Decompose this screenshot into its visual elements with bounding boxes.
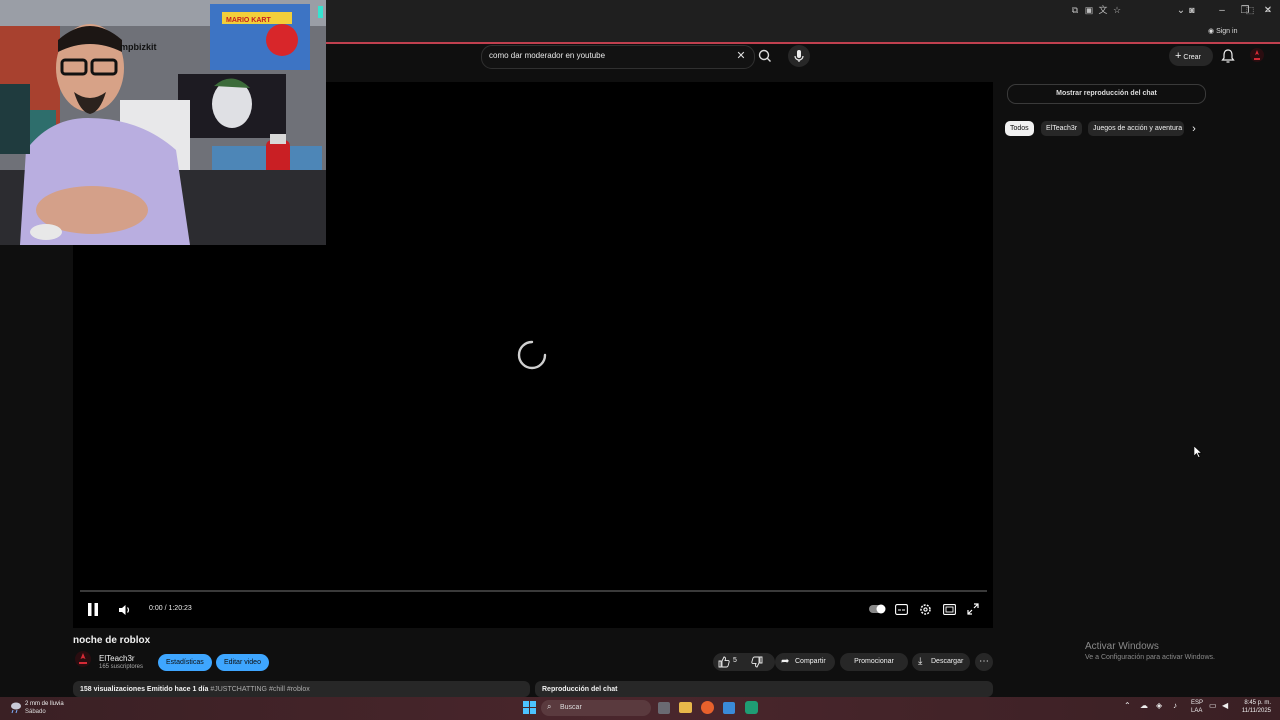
taskbar-search[interactable]: ⌕	[541, 700, 651, 716]
speaker-icon[interactable]: ◀	[1222, 701, 1228, 710]
file-explorer-icon[interactable]	[679, 702, 692, 713]
mic-tray-icon[interactable]: ♪	[1173, 701, 1177, 710]
obs-app-icon[interactable]	[745, 701, 758, 714]
activate-windows-subtitle: Ve a Configuración para activar Windows.	[1085, 654, 1215, 661]
subtitles-icon[interactable]	[895, 604, 908, 615]
description-meta: 158 visualizaciones Emitido hace 1 día #…	[80, 686, 310, 693]
taskbar-time[interactable]: 8:45 p. m.	[1239, 700, 1271, 706]
microphone-icon[interactable]	[788, 45, 810, 67]
notifications-bell-icon[interactable]	[1221, 48, 1235, 64]
weather-icon[interactable]	[9, 700, 23, 714]
video-title: noche de roblox	[73, 635, 151, 646]
windows-start-icon[interactable]	[523, 701, 536, 714]
autoplay-toggle[interactable]	[869, 604, 887, 614]
like-button[interactable]: 5	[718, 656, 752, 668]
download-icon: ⤓	[918, 656, 923, 667]
weather-text[interactable]: 2 mm de lluvia	[25, 701, 64, 707]
weather-day: Sábado	[25, 709, 46, 715]
theater-mode-icon[interactable]	[943, 604, 956, 615]
dislike-button[interactable]	[751, 656, 763, 668]
chat-replay-title: Reproducción del chat	[542, 686, 618, 693]
network-icon[interactable]: ▭	[1209, 701, 1217, 710]
extensions-icon[interactable]: ⬚	[1243, 3, 1257, 17]
time-display: 0:00 / 1:20:23	[149, 605, 192, 612]
search-icon[interactable]	[756, 48, 774, 64]
svg-text:MARIO KART: MARIO KART	[226, 17, 271, 24]
chip-channel[interactable]: ElTeach3r	[1041, 121, 1083, 136]
profile-icon: ◉	[1208, 28, 1217, 35]
sign-in-button[interactable]: ◉ Sign in	[1204, 24, 1241, 40]
chevron-right-icon[interactable]: ›	[1187, 122, 1201, 136]
taskbar-search-placeholder: Buscar	[560, 704, 582, 711]
search-query: como dar moderador en youtube	[489, 51, 606, 60]
taskbar-date: 11/11/2025	[1241, 708, 1271, 714]
loading-spinner-icon	[516, 339, 548, 371]
store-icon[interactable]	[723, 702, 735, 714]
chip-todos[interactable]: Todos	[1005, 121, 1034, 136]
webcam-overlay: mpbizkit MARIO KART	[0, 0, 326, 245]
task-view-icon[interactable]	[658, 702, 670, 714]
install-app-icon[interactable]: ⧉	[1068, 3, 1082, 17]
more-actions-icon[interactable]: ⋯	[975, 653, 993, 671]
plus-icon: +	[1175, 50, 1182, 62]
activate-windows-title: Activar Windows	[1085, 641, 1159, 652]
account-avatar[interactable]	[1250, 48, 1264, 62]
mouse-cursor-icon	[1194, 446, 1202, 458]
volume-icon[interactable]	[118, 603, 132, 617]
promote-button[interactable]: Promocionar	[840, 653, 908, 671]
like-count: 5	[733, 657, 737, 664]
svg-text:mpbizkit: mpbizkit	[120, 42, 157, 52]
channel-avatar[interactable]	[75, 651, 91, 667]
pause-button[interactable]	[86, 602, 100, 618]
settings-gear-icon[interactable]	[919, 603, 932, 616]
fullscreen-icon[interactable]	[967, 603, 979, 615]
tray-overflow-icon[interactable]: ⌃	[1124, 701, 1131, 710]
translate-icon[interactable]: 文	[1096, 3, 1110, 17]
app-tray-icon[interactable]: ◈	[1156, 701, 1162, 710]
clear-search-icon[interactable]: ✕	[735, 49, 747, 63]
channel-name[interactable]: ElTeach3r	[99, 654, 135, 663]
firefox-icon[interactable]	[701, 701, 714, 714]
chip-action-games[interactable]: Juegos de acción y aventura	[1088, 121, 1184, 136]
show-chat-replay-button[interactable]: Mostrar reproducción del chat	[1007, 84, 1206, 104]
create-button[interactable]: + Crear	[1169, 46, 1213, 66]
screenshot-icon[interactable]: ◙	[1185, 3, 1199, 17]
share-button[interactable]: ➦ Compartir	[775, 653, 835, 671]
thumbs-up-icon	[718, 656, 730, 668]
browser-menu-icon[interactable]: ≡	[1261, 3, 1275, 17]
bookmark-star-icon[interactable]: ☆	[1110, 3, 1124, 17]
edit-video-button[interactable]: Editar video	[216, 654, 269, 671]
minimize-button[interactable]: –	[1213, 3, 1231, 19]
onedrive-icon[interactable]: ☁	[1140, 701, 1148, 710]
keyboard-layout: LAA	[1191, 708, 1203, 714]
language-indicator[interactable]: ESP	[1191, 700, 1203, 706]
reader-icon[interactable]: ▣	[1082, 3, 1096, 17]
description-tags[interactable]: #JUSTCHATTING #chill #roblox	[210, 686, 309, 693]
subscriber-count: 165 suscriptores	[99, 664, 144, 670]
search-icon: ⌕	[547, 702, 552, 711]
share-icon: ➦	[781, 656, 790, 667]
download-button[interactable]: ⤓ Descargar	[912, 653, 970, 671]
thumbs-down-icon	[751, 656, 763, 668]
progress-bar[interactable]	[80, 590, 987, 592]
statistics-button[interactable]: Estadísticas	[158, 654, 212, 671]
